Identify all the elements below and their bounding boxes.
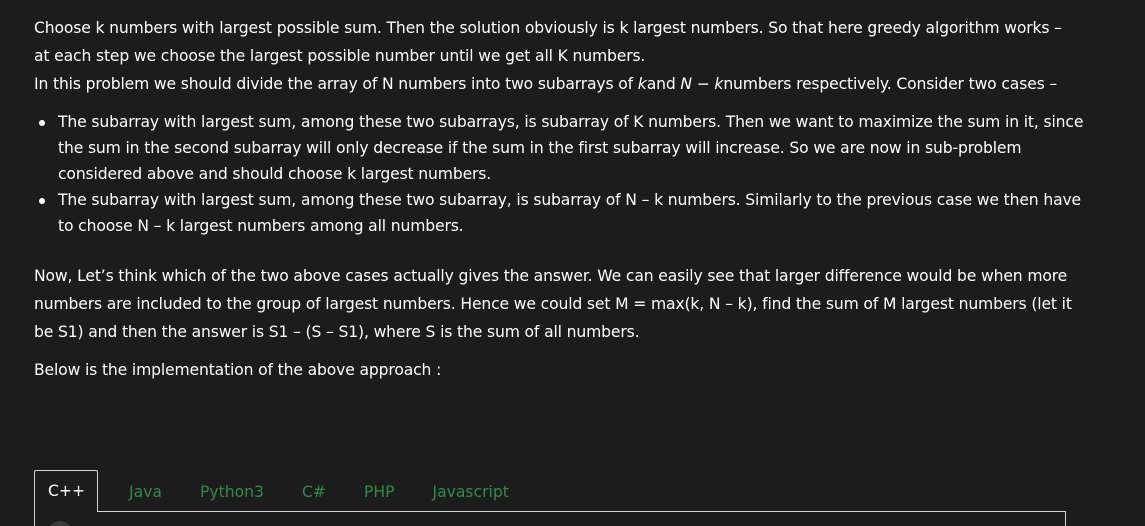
case-2-line-2: to choose N – k largest numbers among al… (58, 217, 464, 235)
tab-php[interactable]: PHP (345, 472, 414, 512)
intro-line-1: Choose k numbers with largest possible s… (34, 19, 1062, 37)
tab-java[interactable]: Java (110, 472, 181, 512)
code-control-icon[interactable] (47, 521, 73, 526)
math-k: k (637, 75, 647, 93)
analysis-line-1: Now, Let’s think which of the two above … (34, 267, 1068, 285)
tab-csharp[interactable]: C# (283, 472, 345, 512)
tab-javascript[interactable]: Javascript (413, 472, 527, 512)
tab-cpp[interactable]: C++ (34, 470, 99, 512)
math-n-minus-k: N − k (680, 75, 724, 93)
analysis-paragraph: Now, Let’s think which of the two above … (34, 262, 1074, 346)
case-1-line-2: the sum in the second subarray will only… (58, 139, 1022, 157)
case-item-2: The subarray with largest sum, among the… (39, 187, 1082, 239)
analysis-line-2: numbers are included to the group of lar… (34, 295, 1072, 313)
article-body: Choose k numbers with largest possible s… (34, 14, 1084, 384)
language-tabs: C++ Java Python3 C# PHP Javascript (34, 470, 528, 512)
case-2-line-1: The subarray with largest sum, among the… (58, 191, 1082, 209)
case-1-line-3: considered above and should choose k lar… (58, 165, 492, 183)
analysis-line-3: be S1) and then the answer is S1 – (S – … (34, 323, 640, 341)
intro-line-3-text-b: and (646, 75, 681, 93)
intro-line-3-text-c: numbers respectively. Consider two cases… (723, 75, 1058, 93)
case-1-line-1: The subarray with largest sum, among the… (58, 113, 1084, 131)
tab-python3[interactable]: Python3 (181, 472, 283, 512)
implementation-intro: Below is the implementation of the above… (34, 361, 442, 379)
cases-list: The subarray with largest sum, among the… (34, 109, 1084, 239)
intro-line-2: at each step we choose the largest possi… (34, 47, 646, 65)
intro-paragraph: Choose k numbers with largest possible s… (34, 14, 1074, 98)
intro-line-3-text-a: In this problem we should divide the arr… (34, 75, 638, 93)
intro-line-3: In this problem we should divide the arr… (34, 70, 1074, 98)
code-panel (34, 511, 1066, 526)
case-item-1: The subarray with largest sum, among the… (39, 109, 1084, 187)
